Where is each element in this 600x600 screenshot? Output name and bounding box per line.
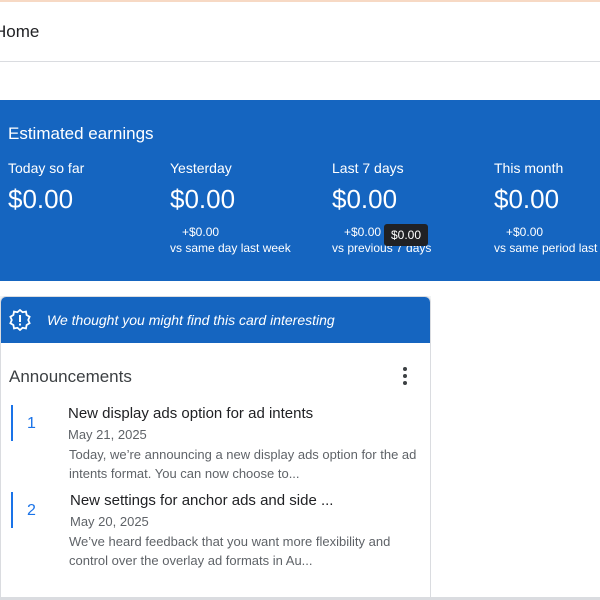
page-title: Home	[0, 22, 40, 41]
item-title[interactable]: New settings for anchor ads and side ...	[70, 492, 333, 509]
metric-compare: vs same day last week	[170, 241, 291, 255]
item-description: We’ve heard feedback that you want more …	[69, 534, 391, 568]
item-title[interactable]: New display ads option for ad intents	[68, 405, 313, 422]
banner-text: We thought you might find this card inte…	[47, 312, 335, 328]
announcement-item[interactable]: 2 New settings for anchor ads and side .…	[11, 492, 421, 572]
metric-compare: vs same period last year	[494, 241, 600, 255]
earnings-title: Estimated earnings	[8, 124, 154, 143]
metric-this-month[interactable]: This month $0.00 +$0.00 vs same period l…	[494, 160, 600, 255]
content-spacer	[0, 281, 431, 296]
metric-value: $0.00	[170, 184, 236, 214]
value-tooltip: $0.00	[384, 224, 429, 246]
card-title: Announcements	[9, 367, 132, 386]
item-number: 2	[27, 502, 36, 519]
announcement-item[interactable]: 1 New display ads option for ad intents …	[11, 405, 421, 485]
lightbulb-badge-icon	[9, 308, 31, 332]
item-number: 1	[27, 415, 36, 432]
metric-label: Last 7 days	[332, 160, 404, 176]
header-spacer	[0, 62, 600, 100]
announcements-card: We thought you might find this card inte…	[0, 296, 431, 600]
item-date: May 20, 2025	[70, 514, 149, 529]
right-content-area	[431, 281, 600, 600]
item-accent-bar	[11, 492, 13, 528]
metric-today[interactable]: Today so far $0.00	[8, 160, 168, 215]
item-accent-bar	[11, 405, 13, 441]
item-date: May 21, 2025	[68, 427, 147, 442]
metric-label: Today so far	[8, 160, 85, 176]
more-vert-icon[interactable]	[395, 365, 415, 387]
metric-change: +$0.00	[506, 225, 544, 239]
metric-value: $0.00	[332, 184, 398, 214]
estimated-earnings-panel: Estimated earnings Today so far $0.00 Ye…	[0, 100, 600, 281]
metric-label: This month	[494, 160, 564, 176]
metric-yesterday[interactable]: Yesterday $0.00 +$0.00 vs same day last …	[170, 160, 330, 255]
top-header: Home	[0, 0, 600, 62]
item-description: Today, we’re announcing a new display ad…	[69, 447, 417, 481]
metric-label: Yesterday	[170, 160, 232, 176]
metric-value: $0.00	[8, 184, 74, 214]
metric-change: +$0.00	[182, 225, 220, 239]
card-banner: We thought you might find this card inte…	[1, 297, 430, 343]
metric-value: $0.00	[494, 184, 560, 214]
